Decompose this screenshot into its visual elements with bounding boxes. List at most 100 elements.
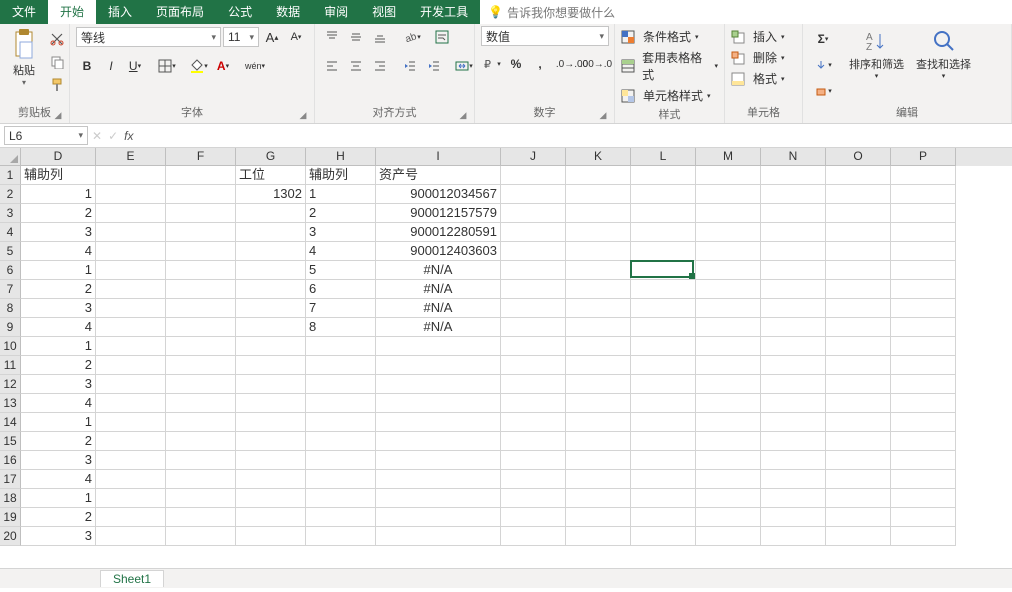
cell-M12[interactable] — [696, 375, 761, 394]
cell-E18[interactable] — [96, 489, 166, 508]
cell-N12[interactable] — [761, 375, 826, 394]
cell-D5[interactable]: 4 — [21, 242, 96, 261]
cell-L3[interactable] — [631, 204, 696, 223]
percent-button[interactable]: % — [505, 53, 527, 75]
cell-O11[interactable] — [826, 356, 891, 375]
cell-M15[interactable] — [696, 432, 761, 451]
cell-L4[interactable] — [631, 223, 696, 242]
cell-L7[interactable] — [631, 280, 696, 299]
font-launcher[interactable]: ◢ — [298, 110, 308, 120]
cell-I9[interactable]: #N/A — [376, 318, 501, 337]
cell-I5[interactable]: 900012403603 — [376, 242, 501, 261]
cell-E6[interactable] — [96, 261, 166, 280]
insert-button[interactable]: 插入▾ — [731, 28, 785, 45]
cell-F6[interactable] — [166, 261, 236, 280]
cell-O2[interactable] — [826, 185, 891, 204]
cell-P13[interactable] — [891, 394, 956, 413]
cell-K10[interactable] — [566, 337, 631, 356]
autosum-button[interactable]: Σ▾ — [809, 28, 837, 50]
cell-H11[interactable] — [306, 356, 376, 375]
col-header-D[interactable]: D — [21, 148, 96, 166]
cell-M19[interactable] — [696, 508, 761, 527]
cell-I13[interactable] — [376, 394, 501, 413]
cell-K9[interactable] — [566, 318, 631, 337]
cell-I4[interactable]: 900012280591 — [376, 223, 501, 242]
cell-E1[interactable] — [96, 166, 166, 185]
enter-icon[interactable]: ✓ — [108, 129, 118, 143]
row-header-9[interactable]: 9 — [0, 318, 21, 337]
number-launcher[interactable]: ◢ — [598, 110, 608, 120]
tab-2[interactable]: 插入 — [96, 0, 144, 24]
cell-H3[interactable]: 2 — [306, 204, 376, 223]
row-header-6[interactable]: 6 — [0, 261, 21, 280]
cancel-icon[interactable]: ✕ — [92, 129, 102, 143]
cell-F2[interactable] — [166, 185, 236, 204]
cell-J4[interactable] — [501, 223, 566, 242]
cell-G20[interactable] — [236, 527, 306, 546]
col-header-K[interactable]: K — [566, 148, 631, 166]
cell-G16[interactable] — [236, 451, 306, 470]
cell-N19[interactable] — [761, 508, 826, 527]
cell-styles-button[interactable]: 单元格样式▾ — [621, 87, 711, 104]
align-left-button[interactable] — [321, 55, 343, 77]
decrease-decimal-button[interactable]: .00→.0 — [585, 53, 607, 75]
cut-button[interactable] — [46, 28, 68, 50]
cell-P15[interactable] — [891, 432, 956, 451]
tab-0[interactable]: 文件 — [0, 0, 48, 24]
cell-M13[interactable] — [696, 394, 761, 413]
tab-1[interactable]: 开始 — [48, 0, 96, 24]
cell-N2[interactable] — [761, 185, 826, 204]
cell-I12[interactable] — [376, 375, 501, 394]
cell-I18[interactable] — [376, 489, 501, 508]
cell-L10[interactable] — [631, 337, 696, 356]
cell-F15[interactable] — [166, 432, 236, 451]
cell-K19[interactable] — [566, 508, 631, 527]
cell-I2[interactable]: 900012034567 — [376, 185, 501, 204]
cell-M8[interactable] — [696, 299, 761, 318]
cell-J8[interactable] — [501, 299, 566, 318]
row-header-13[interactable]: 13 — [0, 394, 21, 413]
cell-L20[interactable] — [631, 527, 696, 546]
cell-M20[interactable] — [696, 527, 761, 546]
cell-E19[interactable] — [96, 508, 166, 527]
align-launcher[interactable]: ◢ — [458, 110, 468, 120]
cell-D15[interactable]: 2 — [21, 432, 96, 451]
row-header-10[interactable]: 10 — [0, 337, 21, 356]
cell-H20[interactable] — [306, 527, 376, 546]
sort-filter-button[interactable]: AZ 排序和筛选▾ — [845, 26, 908, 82]
cell-P1[interactable] — [891, 166, 956, 185]
cell-K15[interactable] — [566, 432, 631, 451]
cell-P7[interactable] — [891, 280, 956, 299]
cell-O4[interactable] — [826, 223, 891, 242]
cell-K6[interactable] — [566, 261, 631, 280]
cell-P3[interactable] — [891, 204, 956, 223]
cell-L19[interactable] — [631, 508, 696, 527]
cell-J10[interactable] — [501, 337, 566, 356]
cell-D19[interactable]: 2 — [21, 508, 96, 527]
cell-K12[interactable] — [566, 375, 631, 394]
cell-K1[interactable] — [566, 166, 631, 185]
cell-O17[interactable] — [826, 470, 891, 489]
cell-H10[interactable] — [306, 337, 376, 356]
row-header-3[interactable]: 3 — [0, 204, 21, 223]
cell-L16[interactable] — [631, 451, 696, 470]
cell-K17[interactable] — [566, 470, 631, 489]
cell-G11[interactable] — [236, 356, 306, 375]
cell-G7[interactable] — [236, 280, 306, 299]
number-format-combo[interactable]: 数值▾ — [481, 26, 609, 46]
cell-D3[interactable]: 2 — [21, 204, 96, 223]
cell-K7[interactable] — [566, 280, 631, 299]
cell-N17[interactable] — [761, 470, 826, 489]
cell-P2[interactable] — [891, 185, 956, 204]
tab-3[interactable]: 页面布局 — [144, 0, 216, 24]
delete-button[interactable]: 删除▾ — [731, 49, 785, 66]
format-button[interactable]: 格式▾ — [731, 70, 785, 87]
fill-button[interactable]: ▾ — [809, 54, 837, 76]
cell-J19[interactable] — [501, 508, 566, 527]
border-button[interactable]: ▾ — [156, 55, 178, 77]
cell-P19[interactable] — [891, 508, 956, 527]
cell-I11[interactable] — [376, 356, 501, 375]
cell-E9[interactable] — [96, 318, 166, 337]
cell-P17[interactable] — [891, 470, 956, 489]
cell-K2[interactable] — [566, 185, 631, 204]
